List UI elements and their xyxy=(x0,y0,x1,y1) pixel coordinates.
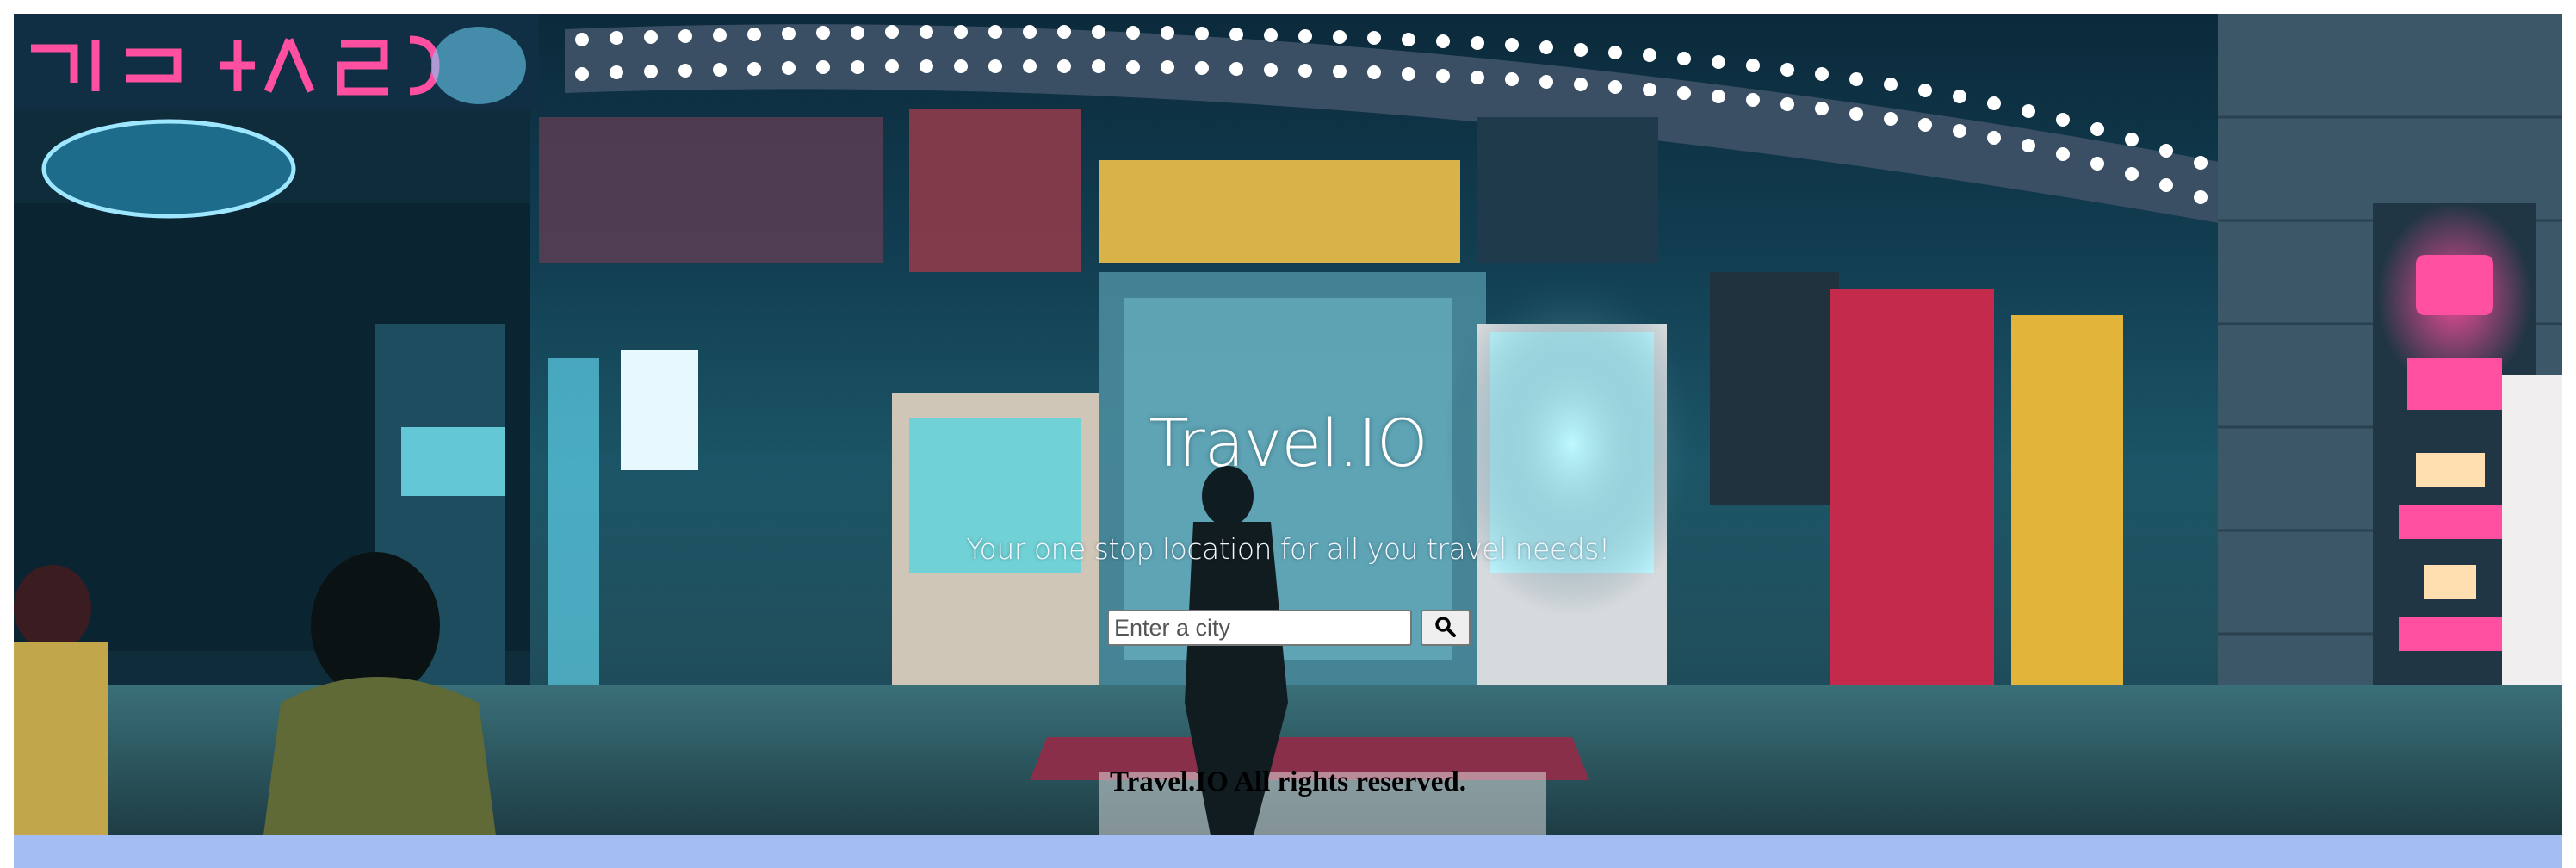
city-search-input[interactable] xyxy=(1107,610,1412,646)
search-icon xyxy=(1434,616,1457,641)
tagline: Your one stop location for all you trave… xyxy=(966,532,1610,566)
footer-copyright: Travel.IO All rights reserved. xyxy=(1110,766,1466,797)
city-search-form xyxy=(1107,610,1471,646)
bottom-band xyxy=(14,835,2562,868)
brand-title: Travel.IO xyxy=(1149,405,1427,481)
search-button[interactable] xyxy=(1421,610,1471,646)
